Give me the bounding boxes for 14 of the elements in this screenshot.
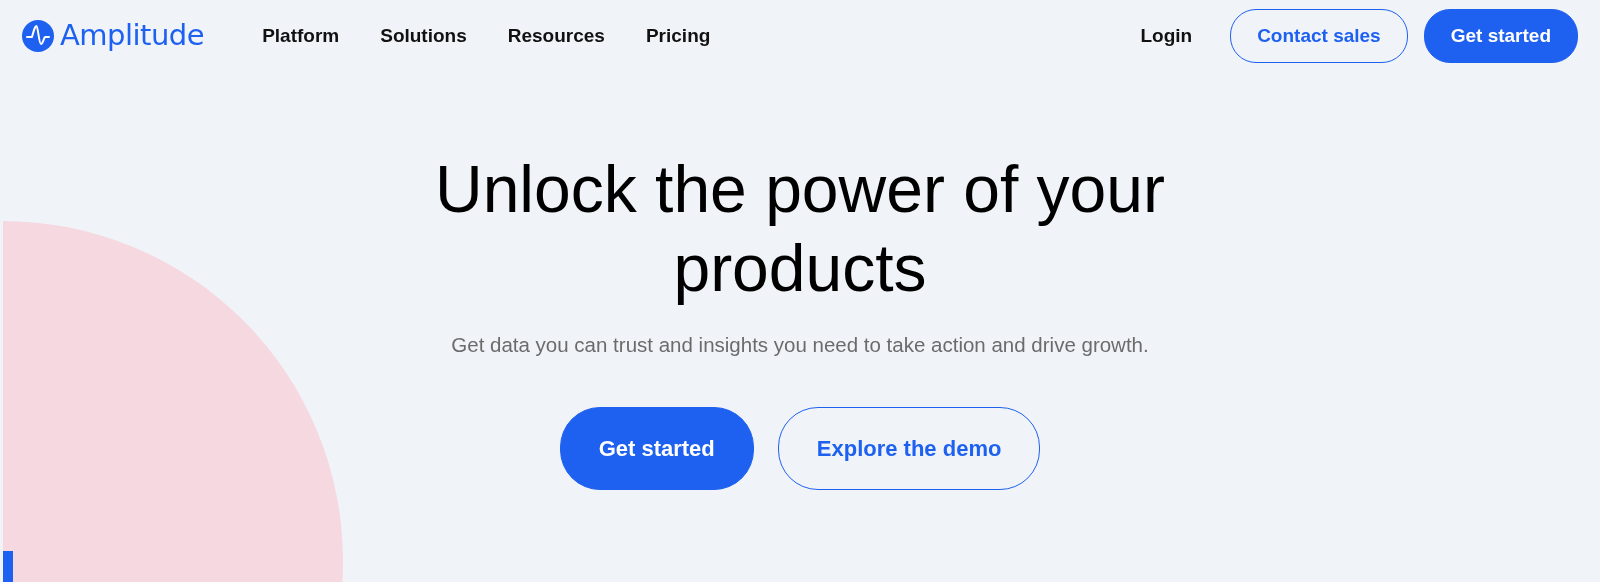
hero-title: Unlock the power of your products <box>434 151 1166 308</box>
primary-button[interactable]: Get started <box>1423 8 1578 64</box>
secondary-button[interactable]: Contact sales <box>1230 8 1408 64</box>
primary-button[interactable]: Get started <box>559 407 754 491</box>
nav-link[interactable]: Solutions <box>380 21 467 51</box>
nav-link[interactable]: Resources <box>507 21 605 51</box>
nav-link[interactable]: Pricing <box>645 21 711 51</box>
hero-subtitle: Get data you can trust and insights you need to take action and drive growth. <box>450 332 1150 359</box>
secondary-button[interactable]: Explore the demo <box>777 407 1041 491</box>
login-link[interactable]: Login <box>1140 21 1193 51</box>
logo-icon <box>22 20 54 52</box>
brand-name[interactable]: Amplitude <box>60 14 205 58</box>
decorative-bar <box>3 551 13 582</box>
nav-link[interactable]: Platform <box>262 21 340 51</box>
